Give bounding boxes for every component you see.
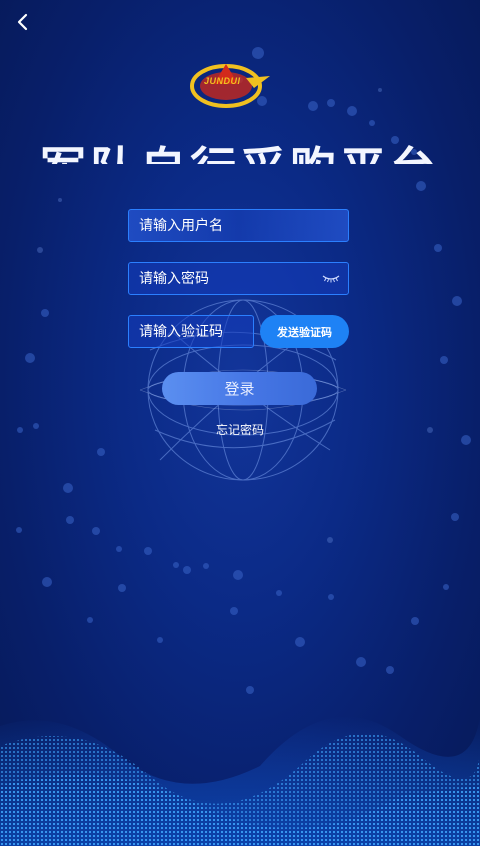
captcha-field[interactable] <box>128 315 254 348</box>
logo-text: JUNDUI <box>204 76 241 86</box>
page-title-container: 军队自行采购平台 <box>30 135 450 164</box>
chevron-left-icon <box>17 13 28 31</box>
username-input[interactable] <box>137 216 348 235</box>
password-field[interactable] <box>128 262 349 295</box>
login-button[interactable]: 登录 <box>162 372 317 405</box>
eye-closed-icon[interactable] <box>322 273 340 283</box>
wave-decoration <box>0 716 480 846</box>
password-input[interactable] <box>137 269 348 288</box>
back-button[interactable] <box>8 8 36 36</box>
captcha-input[interactable] <box>137 322 253 341</box>
username-field[interactable] <box>128 209 349 242</box>
send-code-button[interactable]: 发送验证码 <box>260 315 349 348</box>
page-title: 军队自行采购平台 <box>30 141 450 164</box>
forgot-password-link[interactable]: 忘记密码 <box>190 421 290 438</box>
